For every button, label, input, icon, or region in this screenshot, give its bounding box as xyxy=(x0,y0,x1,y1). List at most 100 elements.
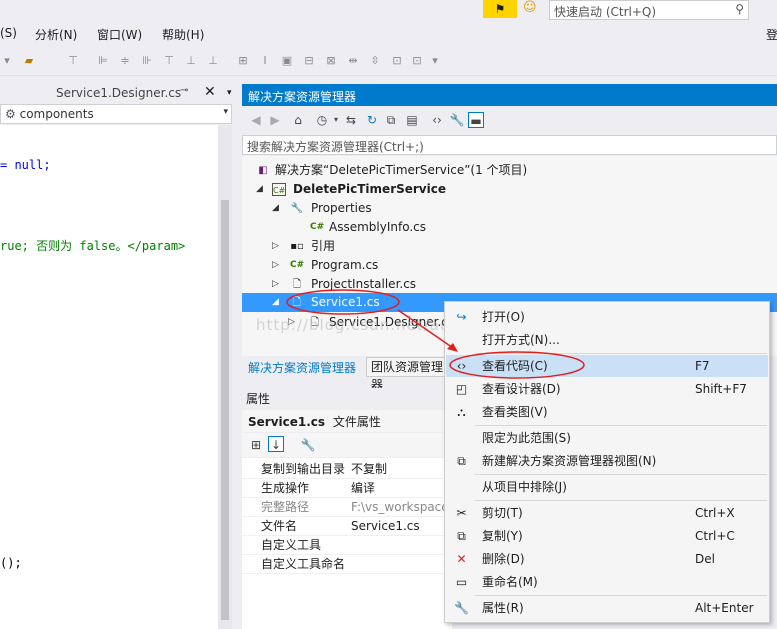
show-all-files-icon[interactable]: ▤ xyxy=(404,112,420,128)
menu-item-scope-to-this[interactable]: 限定为此范围(S) xyxy=(446,427,768,449)
menu-item-analyze[interactable]: 分析(N) xyxy=(35,26,77,43)
menu-separator xyxy=(475,353,767,354)
menu-item-cut[interactable]: ✂ 剪切(T) Ctrl+X xyxy=(446,502,768,524)
chevron-down-icon: ▾ xyxy=(223,107,228,117)
wrench-icon[interactable]: 🔧 xyxy=(300,437,316,453)
property-row[interactable]: 文件名 Service1.cs xyxy=(242,517,452,536)
menu-item-window[interactable]: 窗口(W) xyxy=(97,26,142,43)
menu-item-view-code[interactable]: ‹› 查看代码(C) F7 xyxy=(446,355,768,377)
member-dropdown[interactable]: ⚙ components ▾ xyxy=(0,104,232,124)
menu-item-exclude[interactable]: 从项目中排除(J) xyxy=(446,476,768,498)
code-line: rue; 否则为 false。</param> xyxy=(0,239,186,253)
collapsed-triangle-icon[interactable]: ▷ xyxy=(272,256,279,275)
editor-scroll-thumb[interactable] xyxy=(221,200,229,620)
main-toolbar: ▾ ▰ ⊤ ⊫ ≑ ⊪ ⊤ ⊥ ⊥ ⊞ Ⅰ ▣ ⊟ ⊠ ⇹ ⇳ ⊡ ⊡ ▾ xyxy=(0,46,777,76)
property-row[interactable]: 生成操作 编译 xyxy=(242,479,452,498)
quick-launch-input[interactable]: 快速启动 (Ctrl+Q) ⚲ xyxy=(549,0,749,20)
properties-grid: 复制到输出目录 不复制 生成操作 编译 完整路径 F:\vs_workspace 文件… xyxy=(242,458,452,629)
menu-item-copy[interactable]: ⧉ 复制(Y) Ctrl+C xyxy=(446,525,768,547)
properties-object-header[interactable]: Service1.cs 文件属性 xyxy=(242,410,452,432)
collapsed-triangle-icon[interactable]: ▷ xyxy=(272,237,279,256)
cut-icon: ✂ xyxy=(456,506,467,520)
wrench-icon[interactable]: 🔧 xyxy=(449,112,465,128)
code-editor[interactable]: = null; rue; 否则为 false。</param> (); xyxy=(0,125,218,629)
delete-icon: ✕ xyxy=(456,552,467,566)
feedback-flag-icon[interactable]: ⚑ xyxy=(483,0,517,18)
menu-item-delete[interactable]: ✕ 删除(D) Del xyxy=(446,548,768,570)
menu-item-rename[interactable]: ▭ 重命名(M) xyxy=(446,571,768,593)
context-menu: ↪ 打开(O) 打开方式(N)... ‹› 查看代码(C) F7 ◰ 查看设计器(D) S… xyxy=(444,301,770,623)
expanded-triangle-icon[interactable]: ◢ xyxy=(272,293,279,312)
spacing-icon[interactable]: ⊟ xyxy=(302,54,316,68)
tab-list-icon[interactable]: ▾ xyxy=(227,88,232,98)
toolbox-icon[interactable]: ▰ xyxy=(22,54,36,68)
menu-item-view-class-diagram[interactable]: ⛬ 查看类图(V) xyxy=(446,401,768,423)
alphabetical-icon[interactable]: ↓ xyxy=(268,436,284,452)
size-width-icon[interactable]: ⊞ xyxy=(236,54,250,68)
csharp-file-icon: C# xyxy=(310,222,325,232)
menu-item-view-designer[interactable]: ◰ 查看设计器(D) Shift+F7 xyxy=(446,378,768,400)
menu-separator xyxy=(475,474,767,475)
solution-icon: ◧ xyxy=(258,165,268,176)
code-line: = null; xyxy=(0,158,51,172)
property-row[interactable]: 完整路径 F:\vs_workspace xyxy=(242,498,452,517)
center-vertical-icon[interactable]: ⊡ xyxy=(410,54,424,68)
property-row[interactable]: 复制到输出目录 不复制 xyxy=(242,460,452,479)
pin-tab-icon[interactable]: ⊸ xyxy=(180,85,188,96)
menu-item-new-explorer-view[interactable]: ⧉ 新建解决方案资源管理器视图(N) xyxy=(446,450,768,472)
sign-in-link[interactable]: 登 xyxy=(766,26,777,43)
center-horizontal-icon[interactable]: ⊡ xyxy=(390,54,404,68)
menu-separator xyxy=(475,500,767,501)
menu-item-properties[interactable]: 🔧 属性(R) Alt+Enter xyxy=(446,597,768,619)
grid-icon[interactable]: ⊠ xyxy=(324,54,338,68)
home-icon[interactable]: ⌂ xyxy=(290,112,306,128)
menu-item-open[interactable]: ↪ 打开(O) xyxy=(446,306,768,328)
expanded-triangle-icon[interactable]: ◢ xyxy=(256,180,263,199)
editor-tab-designer[interactable]: Service1.Designer.cs ⊸ xyxy=(52,82,218,104)
chevron-down-icon[interactable]: ▾ xyxy=(328,112,344,128)
solution-explorer-title: 解决方案资源管理器 xyxy=(242,84,777,106)
align-top-icon[interactable]: ⊤ xyxy=(162,54,176,68)
align-middle-icon[interactable]: ⊥ xyxy=(184,54,198,68)
copy-icon: ⧉ xyxy=(457,529,466,543)
rename-icon: ▭ xyxy=(455,575,468,589)
sync-icon[interactable]: ⇆ xyxy=(343,112,359,128)
toolbar-overflow-icon[interactable]: ▾ xyxy=(428,54,442,68)
property-row[interactable]: 自定义工具命名 xyxy=(242,555,452,574)
menu-bar: (S) 分析(N) 窗口(W) 帮助(H) xyxy=(0,22,777,46)
tab-team-explorer[interactable]: 团队资源管理器 xyxy=(366,357,452,392)
menu-item-help[interactable]: 帮助(H) xyxy=(162,26,204,43)
back-icon[interactable]: ◀ xyxy=(248,112,264,128)
align-right-icon[interactable]: ⊪ xyxy=(140,54,154,68)
spacing-vertical-icon[interactable]: ⇳ xyxy=(368,54,382,68)
solution-search-input[interactable]: 搜索解决方案资源管理器(Ctrl+;) xyxy=(242,135,777,155)
expanded-triangle-icon[interactable]: ◢ xyxy=(272,199,279,218)
size-height-icon[interactable]: Ⅰ xyxy=(258,54,272,68)
close-tab-icon[interactable]: ✕ xyxy=(204,84,216,100)
categorized-icon[interactable]: ⊞ xyxy=(248,437,264,453)
menu-item-open-with[interactable]: 打开方式(N)... xyxy=(446,329,768,351)
property-row[interactable]: 自定义工具 xyxy=(242,536,452,555)
code-icon[interactable]: ‹› xyxy=(429,112,445,128)
align-center-icon[interactable]: ≑ xyxy=(118,54,132,68)
collapsed-triangle-icon[interactable]: ▷ xyxy=(272,275,279,294)
menu-item-s[interactable]: (S) xyxy=(0,26,17,40)
code-icon: ‹› xyxy=(456,359,467,373)
wrench-icon: 🔧 xyxy=(290,203,304,214)
feedback-smile-icon[interactable]: ☺ xyxy=(523,0,539,16)
csharp-file-icon: C# xyxy=(290,260,305,270)
align-bottom-icon[interactable]: ⊥ xyxy=(206,54,220,68)
pin-icon[interactable]: ⊤ xyxy=(66,54,80,68)
size-both-icon[interactable]: ▣ xyxy=(280,54,294,68)
properties-title: 属性 xyxy=(242,388,452,408)
tab-solution-explorer[interactable]: 解决方案资源管理器 xyxy=(248,359,356,376)
align-left-icon[interactable]: ⊫ xyxy=(96,54,110,68)
dropdown-arrow-icon[interactable]: ▾ xyxy=(0,54,14,68)
refresh-icon[interactable]: ↻ xyxy=(364,112,380,128)
explorer-tab-bar: 解决方案资源管理器 团队资源管理器 xyxy=(242,356,452,392)
preview-icon[interactable]: ▬ xyxy=(468,112,484,128)
collapse-all-icon[interactable]: ⧉ xyxy=(383,112,399,128)
wrench-icon: 🔧 xyxy=(454,601,469,615)
forward-icon[interactable]: ▶ xyxy=(267,112,283,128)
spacing-horizontal-icon[interactable]: ⇹ xyxy=(346,54,360,68)
